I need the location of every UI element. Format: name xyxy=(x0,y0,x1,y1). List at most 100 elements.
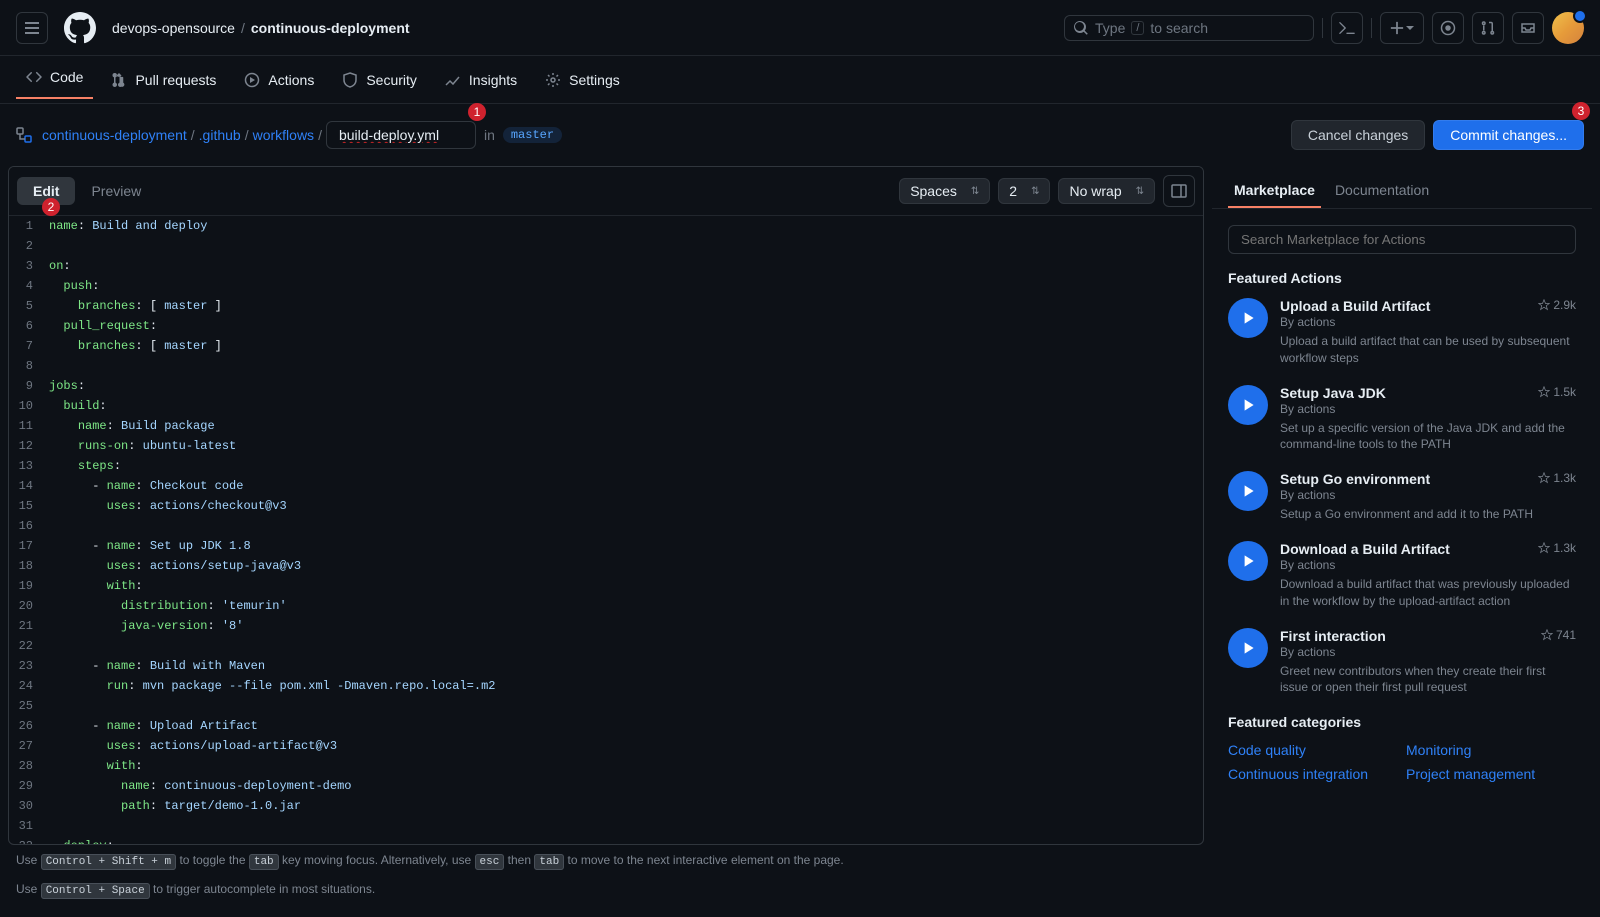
marketplace-action[interactable]: Setup Java JDK 1.5k By actions Set up a s… xyxy=(1228,385,1576,454)
action-author: By actions xyxy=(1280,402,1576,416)
annotation-badge-1: 1 xyxy=(468,103,486,121)
code-line: 23 - name: Build with Maven xyxy=(9,656,1203,676)
play-icon xyxy=(1228,385,1268,425)
chevron-down-icon xyxy=(1406,24,1414,32)
nav-code[interactable]: Code xyxy=(16,61,93,99)
action-description: Set up a specific version of the Java JD… xyxy=(1280,420,1576,454)
marketplace-sidebar: Marketplace Documentation Featured Actio… xyxy=(1212,166,1592,845)
play-icon xyxy=(1228,471,1268,511)
code-line: 31 xyxy=(9,816,1203,836)
code-line: 32 deploy: xyxy=(9,836,1203,844)
action-stars: 2.9k xyxy=(1538,298,1576,312)
search-icon xyxy=(1073,20,1089,36)
code-line: 18 uses: actions/setup-java@v3 xyxy=(9,556,1203,576)
action-stars: 1.3k xyxy=(1538,471,1576,485)
action-author: By actions xyxy=(1280,558,1576,572)
create-new-button[interactable] xyxy=(1380,12,1424,44)
nav-pull-requests[interactable]: Pull requests xyxy=(101,64,226,96)
wrap-select[interactable]: No wrap⇅ xyxy=(1058,178,1155,204)
file-breadcrumb-row: continuous-deployment / .github / workfl… xyxy=(0,104,1600,166)
code-line: 1name: Build and deploy xyxy=(9,216,1203,236)
pull-requests-button[interactable] xyxy=(1472,12,1504,44)
code-line: 29 name: continuous-deployment-demo xyxy=(9,776,1203,796)
cancel-changes-button[interactable]: Cancel changes xyxy=(1291,120,1425,150)
inbox-icon xyxy=(1520,20,1536,36)
action-title: First interaction xyxy=(1280,628,1386,644)
org-link[interactable]: devops-opensource xyxy=(112,20,235,36)
indent-mode-select[interactable]: Spaces⇅ xyxy=(899,178,990,204)
action-author: By actions xyxy=(1280,645,1576,659)
play-icon xyxy=(1228,298,1268,338)
breadcrumb-workflows[interactable]: workflows xyxy=(253,127,314,143)
code-editor[interactable]: 1name: Build and deploy23on:4 push:5 bra… xyxy=(9,216,1203,844)
code-line: 27 uses: actions/upload-artifact@v3 xyxy=(9,736,1203,756)
divider xyxy=(1322,18,1323,38)
search-hint: to search xyxy=(1150,20,1208,36)
marketplace-action[interactable]: First interaction741 By actions Greet ne… xyxy=(1228,628,1576,697)
toggle-panel-button[interactable] xyxy=(1163,175,1195,207)
category-link[interactable]: Code quality xyxy=(1228,742,1398,758)
action-stars: 1.5k xyxy=(1538,385,1576,399)
notifications-button[interactable] xyxy=(1512,12,1544,44)
code-line: 21 java-version: '8' xyxy=(9,616,1203,636)
divider xyxy=(1371,18,1372,38)
code-line: 2 xyxy=(9,236,1203,256)
breadcrumb-separator: / xyxy=(241,20,245,36)
workflow-icon xyxy=(16,127,32,143)
code-line: 26 - name: Upload Artifact xyxy=(9,716,1203,736)
marketplace-search-input[interactable] xyxy=(1228,225,1576,254)
action-author: By actions xyxy=(1280,315,1576,329)
action-description: Greet new contributors when they create … xyxy=(1280,663,1576,697)
code-line: 19 with: xyxy=(9,576,1203,596)
action-title: Setup Java JDK xyxy=(1280,385,1386,401)
code-line: 11 name: Build package xyxy=(9,416,1203,436)
code-line: 9jobs: xyxy=(9,376,1203,396)
issues-icon xyxy=(1440,20,1456,36)
category-link[interactable]: Monitoring xyxy=(1406,742,1576,758)
marketplace-tab[interactable]: Marketplace xyxy=(1228,174,1321,208)
code-line: 10 build: xyxy=(9,396,1203,416)
nav-settings[interactable]: Settings xyxy=(535,64,630,96)
breadcrumb-repo[interactable]: continuous-deployment xyxy=(42,127,187,143)
category-link[interactable]: Project management xyxy=(1406,766,1576,782)
code-line: 16 xyxy=(9,516,1203,536)
play-icon xyxy=(1228,541,1268,581)
preview-tab[interactable]: Preview xyxy=(75,177,157,205)
breadcrumb-github[interactable]: .github xyxy=(199,127,241,143)
nav-actions[interactable]: Actions xyxy=(234,64,324,96)
action-description: Setup a Go environment and add it to the… xyxy=(1280,506,1576,523)
in-text: in xyxy=(484,127,495,143)
filename-input[interactable] xyxy=(326,121,476,149)
annotation-badge-2: 2 xyxy=(42,198,60,216)
menu-button[interactable] xyxy=(16,12,48,44)
code-line: 6 pull_request: xyxy=(9,316,1203,336)
issues-button[interactable] xyxy=(1432,12,1464,44)
search-button[interactable]: Type / to search xyxy=(1064,15,1314,41)
indent-size-select[interactable]: 2⇅ xyxy=(998,178,1050,204)
marketplace-action[interactable]: Upload a Build Artifact2.9k By actions U… xyxy=(1228,298,1576,367)
nav-insights[interactable]: Insights xyxy=(435,64,527,96)
github-logo-icon[interactable] xyxy=(64,12,96,44)
marketplace-action[interactable]: Setup Go environment1.3k By actions Setu… xyxy=(1228,471,1576,523)
repo-navigation: Code Pull requests Actions Security Insi… xyxy=(0,56,1600,104)
documentation-tab[interactable]: Documentation xyxy=(1329,174,1435,208)
plus-icon xyxy=(1390,21,1404,35)
action-title: Setup Go environment xyxy=(1280,471,1430,487)
command-palette-button[interactable] xyxy=(1331,12,1363,44)
commit-changes-button[interactable]: Commit changes... xyxy=(1433,120,1584,150)
global-header: devops-opensource / continuous-deploymen… xyxy=(0,0,1600,56)
editor-panel: 2 Edit Preview Spaces⇅ 2⇅ No wrap⇅ 1name… xyxy=(8,166,1204,845)
nav-security[interactable]: Security xyxy=(332,64,427,96)
code-line: 3on: xyxy=(9,256,1203,276)
code-line: 12 runs-on: ubuntu-latest xyxy=(9,436,1203,456)
user-avatar[interactable] xyxy=(1552,12,1584,44)
category-link[interactable]: Continuous integration xyxy=(1228,766,1398,782)
code-line: 22 xyxy=(9,636,1203,656)
branch-pill: master xyxy=(503,127,562,143)
action-description: Upload a build artifact that can be used… xyxy=(1280,333,1576,367)
repo-link[interactable]: continuous-deployment xyxy=(251,20,410,36)
code-line: 4 push: xyxy=(9,276,1203,296)
code-line: 7 branches: [ master ] xyxy=(9,336,1203,356)
marketplace-action[interactable]: Download a Build Artifact1.3k By actions… xyxy=(1228,541,1576,610)
code-line: 28 with: xyxy=(9,756,1203,776)
